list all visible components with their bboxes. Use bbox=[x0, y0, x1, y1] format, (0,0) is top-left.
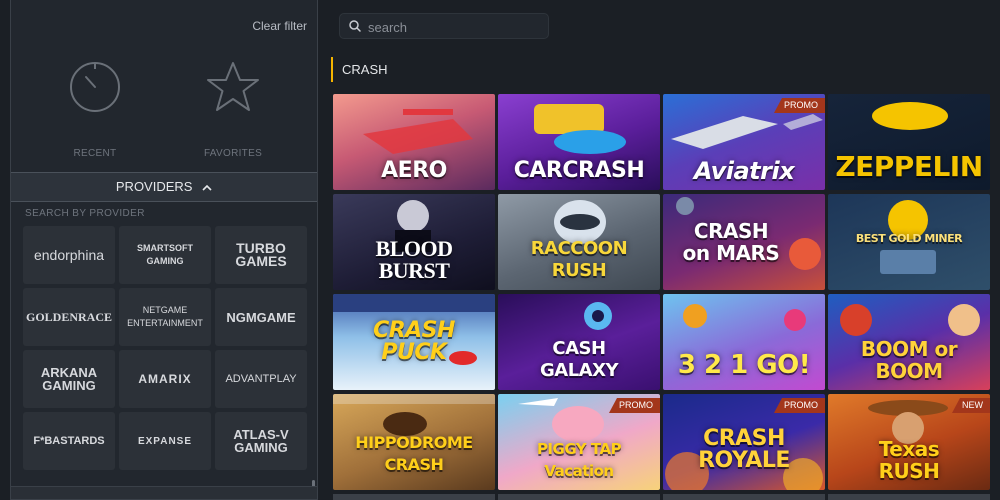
recent-filter[interactable]: RECENT bbox=[35, 60, 155, 159]
provider-name: GOLDENRACE bbox=[25, 309, 112, 324]
game-search[interactable] bbox=[339, 13, 549, 39]
promo-badge: PROMO bbox=[608, 398, 660, 413]
provider-name: ARKANA GAMING bbox=[40, 365, 98, 393]
game-tile-boom-or-boom[interactable]: BOOM or BOOM bbox=[828, 294, 990, 390]
filter-panel: Clear filter RECENT FAVORITES PROVIDERS … bbox=[10, 0, 318, 500]
provider-name: NETGAME ENTERTAINMENT bbox=[127, 305, 203, 328]
provider-name: NGMGAME bbox=[226, 309, 296, 325]
provider-tile-endorphina[interactable]: endorphina bbox=[23, 226, 115, 284]
game-title: Texas RUSH bbox=[878, 437, 940, 483]
game-grid: AERO CARCRASH Aviatrix PROMO ZEPPELIN BL… bbox=[333, 94, 990, 490]
game-title: CASH GALAXY bbox=[539, 338, 619, 381]
provider-name: F*BASTARDS bbox=[33, 434, 105, 447]
game-title: CRASH on MARS bbox=[682, 219, 780, 265]
game-title: Aviatrix bbox=[693, 157, 795, 185]
search-input[interactable] bbox=[366, 17, 546, 37]
provider-tile-fbastards[interactable]: F*BASTARDS bbox=[23, 412, 115, 470]
game-tile-crash-on-mars[interactable]: CRASH on MARS bbox=[663, 194, 825, 290]
panel-bottom-edge bbox=[11, 486, 317, 499]
game-tile-aviatrix[interactable]: Aviatrix PROMO bbox=[663, 94, 825, 190]
provider-tile-arkana[interactable]: ARKANA GAMING bbox=[23, 350, 115, 408]
provider-list[interactable]: endorphina SMARTSOFT GAMING TURBO GAMES … bbox=[11, 224, 317, 499]
favorites-label: FAVORITES bbox=[203, 148, 263, 159]
search-icon bbox=[349, 20, 361, 32]
provider-name: SMARTSOFT GAMING bbox=[137, 243, 193, 266]
provider-name: endorphina bbox=[33, 246, 105, 263]
provider-name: ADVANTPLAY bbox=[225, 372, 297, 385]
peek-tile bbox=[498, 494, 660, 500]
provider-name: AMARIX bbox=[138, 371, 192, 386]
provider-tile-smartsoft[interactable]: SMARTSOFT GAMING bbox=[119, 226, 211, 284]
provider-tile-expanse[interactable]: EXPANSE bbox=[119, 412, 211, 470]
game-title: BLOOD BURST bbox=[375, 236, 453, 283]
recent-label: RECENT bbox=[73, 148, 117, 159]
provider-tile-netgame[interactable]: NETGAME ENTERTAINMENT bbox=[119, 288, 211, 346]
clear-filter-link[interactable]: Clear filter bbox=[252, 19, 307, 33]
game-tile-texas-rush[interactable]: Texas RUSH NEW bbox=[828, 394, 990, 490]
game-tile-piggy-tap-vacation[interactable]: PIGGY TAP Vacation PROMO bbox=[498, 394, 660, 490]
provider-name: TURBO GAMES bbox=[235, 240, 287, 269]
game-tile-blood-burst[interactable]: BLOOD BURST bbox=[333, 194, 495, 290]
game-tile-321-go[interactable]: 3 2 1 GO! bbox=[663, 294, 825, 390]
game-title: CRASH ROYALE bbox=[698, 426, 790, 473]
game-tile-cash-galaxy[interactable]: CASH GALAXY bbox=[498, 294, 660, 390]
game-title: BOOM or BOOM bbox=[860, 337, 958, 383]
game-title: BEST GOLD MINER bbox=[855, 232, 963, 245]
provider-tile-turbo-games[interactable]: TURBO GAMES bbox=[215, 226, 307, 284]
game-title: AERO bbox=[381, 158, 447, 183]
game-tile-best-gold-miner[interactable]: BEST GOLD MINER bbox=[828, 194, 990, 290]
providers-label: PROVIDERS bbox=[115, 179, 193, 194]
category-title: CRASH bbox=[331, 57, 388, 82]
provider-tile-advantplay[interactable]: ADVANTPLAY bbox=[215, 350, 307, 408]
peek-tile bbox=[333, 494, 495, 500]
game-tile-hippodrome-crash[interactable]: HIPPODROME CRASH bbox=[333, 394, 495, 490]
game-title: 3 2 1 GO! bbox=[677, 350, 811, 380]
game-tile-aero[interactable]: AERO bbox=[333, 94, 495, 190]
game-tile-raccoon-rush[interactable]: RACCOON RUSH bbox=[498, 194, 660, 290]
timer-icon bbox=[35, 60, 155, 114]
next-row-peek bbox=[333, 494, 990, 500]
game-title: PIGGY TAP Vacation bbox=[536, 440, 622, 480]
game-title: CARCRASH bbox=[513, 158, 645, 183]
promo-badge: PROMO bbox=[773, 98, 825, 113]
star-icon bbox=[173, 60, 293, 114]
provider-tile-ngmgame[interactable]: NGMGAME bbox=[215, 288, 307, 346]
provider-name: ATLAS-V GAMING bbox=[233, 427, 289, 455]
provider-tile-amarix[interactable]: AMARIX bbox=[119, 350, 211, 408]
game-title: HIPPODROME CRASH bbox=[355, 433, 473, 474]
provider-grid: endorphina SMARTSOFT GAMING TURBO GAMES … bbox=[23, 226, 307, 470]
peek-tile bbox=[828, 494, 990, 500]
peek-tile bbox=[663, 494, 825, 500]
game-title: CRASH PUCK bbox=[373, 318, 455, 365]
game-tile-crash-royale[interactable]: CRASH ROYALE PROMO bbox=[663, 394, 825, 490]
game-title: ZEPPELIN bbox=[835, 150, 983, 183]
provider-tile-goldenrace[interactable]: GOLDENRACE bbox=[23, 288, 115, 346]
game-title: RACCOON RUSH bbox=[530, 238, 628, 281]
chevron-up-icon bbox=[202, 174, 212, 202]
provider-tile-atlas-v[interactable]: ATLAS-V GAMING bbox=[215, 412, 307, 470]
providers-toggle[interactable]: PROVIDERS bbox=[11, 172, 317, 202]
game-tile-crash-puck[interactable]: CRASH PUCK bbox=[333, 294, 495, 390]
game-tile-zeppelin[interactable]: ZEPPELIN bbox=[828, 94, 990, 190]
game-tile-carcrash[interactable]: CARCRASH bbox=[498, 94, 660, 190]
promo-badge: PROMO bbox=[773, 398, 825, 413]
favorites-filter[interactable]: FAVORITES bbox=[173, 60, 293, 159]
search-by-provider-label: SEARCH BY PROVIDER bbox=[25, 208, 145, 219]
provider-name: EXPANSE bbox=[137, 435, 193, 447]
